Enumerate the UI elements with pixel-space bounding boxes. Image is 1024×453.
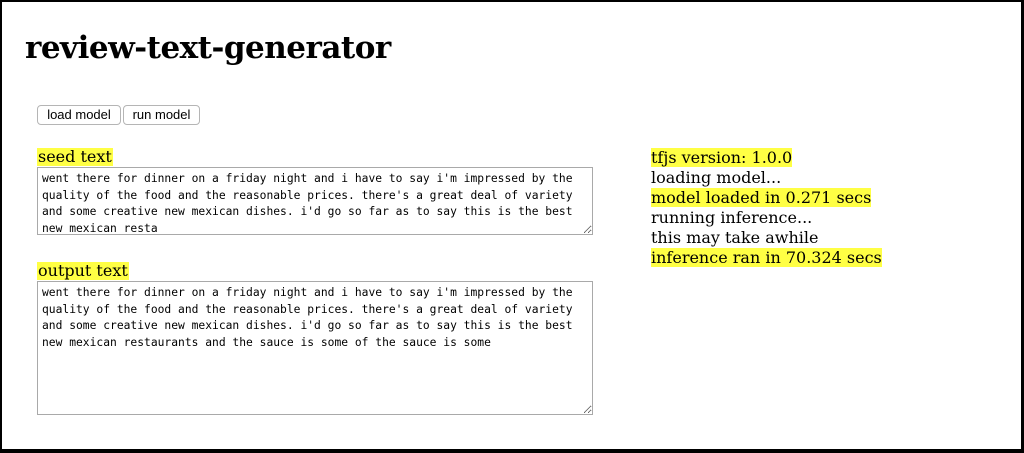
- output-text-label: output text: [37, 261, 129, 280]
- page-title: review-text-generator: [25, 30, 391, 66]
- log-line: model loaded in 0.271 secs: [651, 188, 872, 207]
- log-line: inference ran in 70.324 secs: [651, 248, 882, 267]
- status-log: tfjs version: 1.0.0 loading model... mod…: [651, 148, 911, 268]
- seed-text-input[interactable]: went there for dinner on a friday night …: [37, 167, 593, 235]
- log-line: tfjs version: 1.0.0: [651, 148, 793, 167]
- log-line: loading model...: [651, 168, 782, 187]
- page-frame: review-text-generator load model run mod…: [2, 2, 1021, 449]
- log-line: this may take awhile: [651, 228, 819, 247]
- load-model-button[interactable]: load model: [37, 105, 121, 125]
- seed-text-label: seed text: [37, 147, 113, 166]
- log-line: running inference...: [651, 208, 813, 227]
- run-model-button[interactable]: run model: [123, 105, 200, 125]
- output-text-area[interactable]: went there for dinner on a friday night …: [37, 281, 593, 415]
